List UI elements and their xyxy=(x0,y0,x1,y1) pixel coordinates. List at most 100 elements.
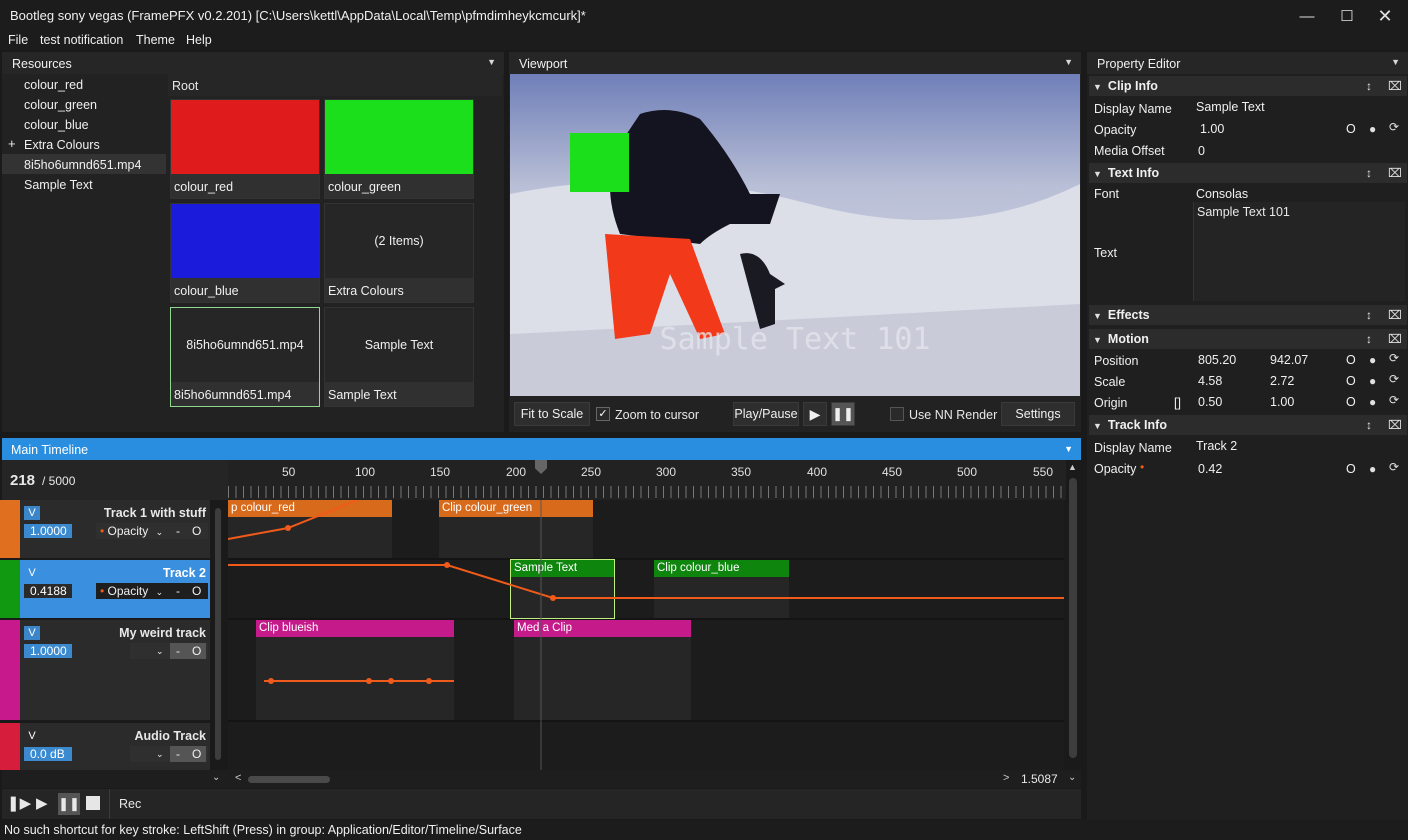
record-button[interactable]: Rec xyxy=(119,797,141,811)
track-value[interactable]: 0.4188 xyxy=(24,584,72,598)
play-icon[interactable]: ▶ xyxy=(803,402,827,426)
track-name[interactable]: My weird track xyxy=(119,626,206,640)
chevron-down-icon[interactable]: ⌄ xyxy=(1068,772,1076,783)
stop-icon[interactable] xyxy=(86,796,100,810)
reset-button[interactable]: O xyxy=(1346,353,1356,367)
settings-button[interactable]: Settings xyxy=(1001,402,1075,426)
chevron-down-icon[interactable]: ▼ xyxy=(1391,57,1400,67)
text-area[interactable]: Sample Text 101 xyxy=(1193,202,1405,301)
playhead-handle[interactable] xyxy=(535,460,547,474)
section-motion[interactable]: ▼ Motion xyxy=(1089,329,1407,349)
section-clip-info[interactable]: ▼ Clip Info xyxy=(1089,76,1407,96)
zoom-checkbox[interactable]: ✓ xyxy=(596,407,610,421)
origin-link-icon[interactable]: [] xyxy=(1174,396,1181,410)
play-from-start-icon[interactable]: ❚▶ xyxy=(7,794,31,812)
visibility-toggle[interactable]: V xyxy=(24,506,40,520)
reset-button[interactable]: O xyxy=(1346,395,1356,409)
track-header-1[interactable]: V Track 1 with stuff 1.0000 • Opacity ⌄ … xyxy=(0,500,210,558)
chevron-down-icon[interactable]: ⌄ xyxy=(212,772,220,783)
timeline-lanes[interactable]: p colour_red Clip colour_green Sample Te… xyxy=(228,500,1064,770)
parameter-dropdown[interactable]: • Opacity ⌄ - O xyxy=(96,583,208,599)
tree-item-colour-red[interactable]: colour_red xyxy=(24,78,83,92)
reorder-icon[interactable]: ↕ xyxy=(1366,308,1372,322)
resource-tile-colour-green[interactable]: colour_green xyxy=(324,99,474,199)
reorder-icon[interactable]: ↕ xyxy=(1366,166,1372,180)
reset-button[interactable]: O xyxy=(192,583,201,599)
chevron-down-icon[interactable]: ▼ xyxy=(1064,444,1073,454)
scroll-up-icon[interactable]: ▲ xyxy=(1068,462,1078,472)
track-name[interactable]: Track 1 with stuff xyxy=(104,506,206,520)
tree-item-colour-blue[interactable]: colour_blue xyxy=(24,118,89,132)
refresh-icon[interactable]: ⟳ xyxy=(1389,372,1399,386)
visibility-toggle[interactable]: V xyxy=(24,626,40,640)
visibility-toggle[interactable]: V xyxy=(24,729,40,743)
collapse-icon[interactable]: ⌧ xyxy=(1388,418,1402,432)
keyframe-dot-icon[interactable]: ● xyxy=(1369,374,1376,388)
reset-button[interactable]: O xyxy=(1346,374,1356,388)
nn-render-checkbox[interactable] xyxy=(890,407,904,421)
track-opacity-value[interactable]: 0.42 xyxy=(1198,462,1222,476)
origin-y[interactable]: 1.00 xyxy=(1270,395,1294,409)
position-y[interactable]: 942.07 xyxy=(1270,353,1308,367)
reset-button[interactable]: O xyxy=(192,747,201,761)
track-display-name-field[interactable]: Track 2 xyxy=(1196,439,1237,453)
parameter-dropdown[interactable]: • Opacity ⌄ - O xyxy=(96,523,208,539)
horizontal-scrollbar[interactable] xyxy=(248,776,330,783)
vertical-scrollbar[interactable] xyxy=(1069,478,1077,758)
remove-keyframe-button[interactable]: - xyxy=(176,523,180,539)
track-header-4[interactable]: V Audio Track 0.0 dB ⌄ -O xyxy=(0,723,210,770)
reset-button[interactable]: O xyxy=(1346,462,1356,476)
remove-keyframe-button[interactable]: - xyxy=(176,583,180,599)
refresh-icon[interactable]: ⟳ xyxy=(1389,120,1399,134)
menu-test-notification[interactable]: test notification xyxy=(40,33,123,47)
collapse-icon[interactable]: ⌧ xyxy=(1388,308,1402,322)
tree-item-colour-green[interactable]: colour_green xyxy=(24,98,97,112)
track-value[interactable]: 0.0 dB xyxy=(24,747,72,761)
parameter-dropdown[interactable]: ⌄ -O xyxy=(130,643,208,659)
keyframe-dot-icon[interactable]: ● xyxy=(1369,122,1376,136)
resource-tile-sample-text[interactable]: Sample Text Sample Text xyxy=(324,307,474,407)
track-name[interactable]: Audio Track xyxy=(134,729,206,743)
position-x[interactable]: 805.20 xyxy=(1198,353,1236,367)
keyframe-dot-icon[interactable]: ● xyxy=(1369,395,1376,409)
menu-theme[interactable]: Theme xyxy=(136,33,175,47)
track-value[interactable]: 1.0000 xyxy=(24,524,72,538)
reorder-icon[interactable]: ↕ xyxy=(1366,418,1372,432)
pause-icon[interactable]: ❚❚ xyxy=(831,402,855,426)
menu-help[interactable]: Help xyxy=(186,33,212,47)
keyframe-dot-icon[interactable]: ● xyxy=(1369,462,1376,476)
reset-button[interactable]: O xyxy=(1346,122,1356,136)
play-icon[interactable]: ▶ xyxy=(36,794,48,812)
remove-keyframe-button[interactable]: - xyxy=(176,747,180,761)
tree-item-extra-colours[interactable]: Extra Colours xyxy=(24,138,100,152)
track-list-scrollbar[interactable] xyxy=(215,508,221,760)
remove-keyframe-button[interactable]: - xyxy=(176,644,180,658)
collapse-icon[interactable]: ⌧ xyxy=(1388,166,1402,180)
current-frame[interactable]: 218 xyxy=(10,472,35,489)
scroll-left-icon[interactable]: < xyxy=(235,772,241,784)
refresh-icon[interactable]: ⟳ xyxy=(1389,393,1399,407)
reset-button[interactable]: O xyxy=(192,644,201,658)
origin-x[interactable]: 0.50 xyxy=(1198,395,1222,409)
close-button[interactable]: ✕ xyxy=(1362,0,1408,32)
scale-x[interactable]: 4.58 xyxy=(1198,374,1222,388)
tree-item-sample-text[interactable]: Sample Text xyxy=(24,178,93,192)
resource-tile-extra-colours[interactable]: (2 Items) Extra Colours xyxy=(324,203,474,303)
track-header-2[interactable]: V Track 2 0.4188 • Opacity ⌄ - O xyxy=(0,560,210,618)
track-name[interactable]: Track 2 xyxy=(163,566,206,580)
play-pause-button[interactable]: Play/Pause xyxy=(733,402,799,426)
track-header-3[interactable]: V My weird track 1.0000 ⌄ -O xyxy=(0,620,210,720)
refresh-icon[interactable]: ⟳ xyxy=(1389,351,1399,365)
chevron-down-icon[interactable]: ▼ xyxy=(487,57,496,67)
font-field[interactable]: Consolas xyxy=(1196,187,1248,201)
chevron-down-icon[interactable]: ▼ xyxy=(1064,57,1073,67)
section-text-info[interactable]: ▼ Text Info xyxy=(1089,163,1407,183)
parameter-dropdown[interactable]: ⌄ -O xyxy=(130,746,208,762)
fit-to-scale-button[interactable]: Fit to Scale xyxy=(514,402,590,426)
media-offset-value[interactable]: 0 xyxy=(1198,144,1205,158)
pause-icon[interactable]: ❚❚ xyxy=(58,793,80,815)
scroll-right-icon[interactable]: > xyxy=(1003,772,1009,784)
reorder-icon[interactable]: ↕ xyxy=(1366,79,1372,93)
reset-button[interactable]: O xyxy=(192,523,201,539)
tree-item-video[interactable]: 8i5ho6umnd651.mp4 xyxy=(24,158,141,172)
